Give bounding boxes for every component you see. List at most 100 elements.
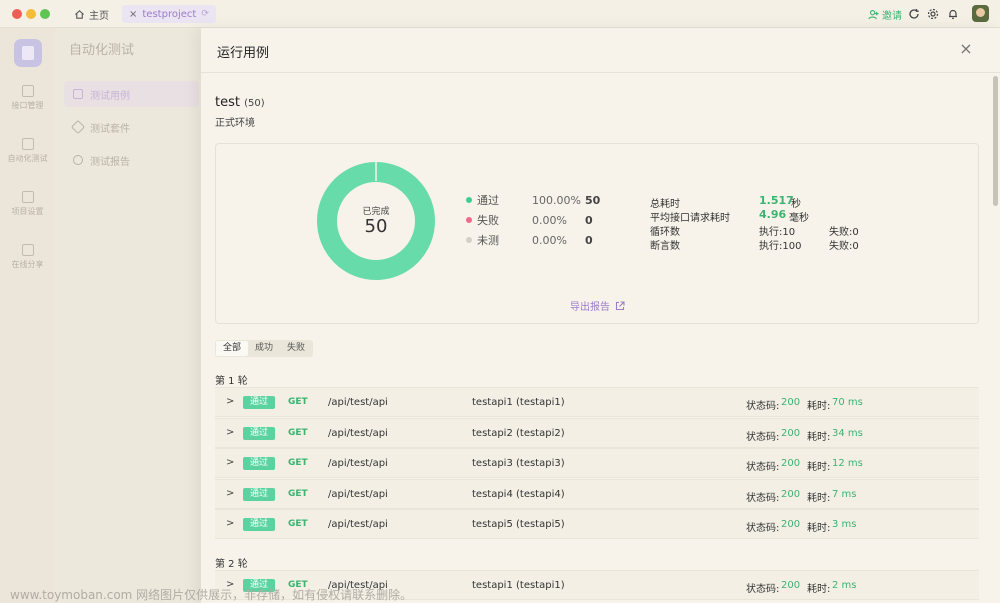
legend-count: 0 <box>585 233 593 247</box>
export-report-link[interactable]: 导出报告 <box>570 298 625 313</box>
gear-icon[interactable] <box>926 7 940 21</box>
loops-exec: 执行:10 <box>759 227 796 238</box>
status-code-label: 状态码: <box>746 401 780 412</box>
http-method: GET <box>288 489 308 499</box>
api-name: testapi4 (testapi4) <box>472 489 565 500</box>
api-path: /api/test/api <box>328 519 388 530</box>
run-case-drawer: 运行用例 × test (50) 正式环境 已完成 50 通过 100.00% … <box>201 28 1000 603</box>
status-code-label: 状态码: <box>746 493 780 504</box>
status-code-label: 状态码: <box>746 523 780 534</box>
sidebar-item-label: 项目设置 <box>11 207 44 216</box>
close-icon[interactable]: × <box>958 41 974 57</box>
sidebar-item-label: 接口管理 <box>11 101 44 110</box>
user-avatar[interactable] <box>972 5 989 22</box>
sync-icon[interactable] <box>907 7 921 21</box>
api-path: /api/test/api <box>328 489 388 500</box>
filter-all[interactable]: 全部 <box>216 341 249 356</box>
status-badge: 通过 <box>243 457 276 470</box>
tab-home-label: 主页 <box>89 10 109 22</box>
total-time-value: 1.517 <box>759 194 794 207</box>
time-label: 耗时: <box>807 432 831 443</box>
tab-project[interactable]: × testproject ⟳ <box>122 5 216 23</box>
settings-icon <box>21 191 34 203</box>
table-row[interactable]: > 通过 GET /api/test/api testapi5 (testapi… <box>215 509 979 539</box>
status-code-label: 状态码: <box>746 462 780 473</box>
time-label: 耗时: <box>807 493 831 504</box>
invite-button[interactable]: 邀请 <box>868 7 902 22</box>
chevron-right-icon[interactable]: > <box>226 396 234 407</box>
refresh-icon: ⟳ <box>201 9 209 19</box>
http-method: GET <box>288 458 308 468</box>
close-tab-icon[interactable]: × <box>129 9 137 20</box>
loops-label: 循环数 <box>650 227 680 238</box>
time-label: 耗时: <box>807 584 831 595</box>
app-logo <box>14 39 42 67</box>
chevron-right-icon[interactable]: > <box>226 427 234 438</box>
assert-fail: 失败:0 <box>829 241 859 252</box>
minimize-window-button[interactable] <box>26 9 36 19</box>
subnav-item-test-suites[interactable]: 测试套件 <box>64 114 199 140</box>
scrollbar[interactable] <box>993 76 998 206</box>
case-name: test (50) <box>215 95 265 110</box>
legend-percent: 100.00% <box>532 193 581 207</box>
case-name-text: test <box>215 95 240 110</box>
time-label: 耗时: <box>807 401 831 412</box>
status-badge: 通过 <box>243 396 276 409</box>
status-code-value: 200 <box>781 489 801 500</box>
sidebar-item-project-settings[interactable]: 项目设置 <box>0 191 55 217</box>
sidebar-item-online-share[interactable]: 在线分享 <box>0 244 55 270</box>
status-badge: 通过 <box>243 427 276 440</box>
title-bar: 主页 × testproject ⟳ 邀请 <box>0 0 1000 28</box>
assert-exec: 执行:100 <box>759 241 802 252</box>
round-title: 第 1 轮 <box>215 376 248 387</box>
filter-failed[interactable]: 失败 <box>280 341 312 356</box>
http-method: GET <box>288 397 308 407</box>
status-code-value: 200 <box>781 397 801 408</box>
external-link-icon <box>615 300 625 310</box>
watermark-text: www.toymoban.com 网络图片仅供展示，非存储，如有侵权请联系删除。 <box>10 588 413 602</box>
automation-icon <box>21 138 34 150</box>
chevron-right-icon[interactable]: > <box>226 488 234 499</box>
close-window-button[interactable] <box>12 9 22 19</box>
sidebar-item-api-management[interactable]: 接口管理 <box>0 85 55 111</box>
pass-dot <box>466 197 472 203</box>
status-code-label: 状态码: <box>746 584 780 595</box>
table-row[interactable]: > 通过 GET /api/test/api testapi2 (testapi… <box>215 418 979 448</box>
table-row[interactable]: > 通过 GET /api/test/api testapi4 (testapi… <box>215 479 979 509</box>
api-path: /api/test/api <box>328 428 388 439</box>
sidebar-item-automation[interactable]: 自动化测试 <box>0 138 55 164</box>
legend-untested: 未测 0.00% 0 <box>466 232 593 248</box>
subnav-item-test-cases[interactable]: 测试用例 <box>64 81 199 107</box>
chevron-right-icon[interactable]: > <box>226 518 234 529</box>
chevron-right-icon[interactable]: > <box>226 457 234 468</box>
filter-success[interactable]: 成功 <box>248 341 280 356</box>
subnav-item-label: 测试报告 <box>90 156 130 168</box>
table-row[interactable]: > 通过 GET /api/test/api testapi1 (testapi… <box>215 387 979 417</box>
tab-home[interactable]: 主页 <box>74 6 109 22</box>
status-badge: 通过 <box>243 488 276 501</box>
environment-label: 正式环境 <box>215 118 255 129</box>
api-path: /api/test/api <box>328 397 388 408</box>
api-name: testapi1 (testapi1) <box>472 580 565 591</box>
maximize-window-button[interactable] <box>40 9 50 19</box>
bell-icon[interactable] <box>946 7 960 21</box>
tab-project-label: testproject <box>142 8 197 20</box>
sidebar-item-label: 在线分享 <box>11 260 44 269</box>
legend-count: 50 <box>585 193 601 207</box>
total-time-unit: 秒 <box>791 199 801 210</box>
api-path: /api/test/api <box>328 458 388 469</box>
legend-percent: 0.00% <box>532 213 567 227</box>
sidebar-item-label: 自动化测试 <box>7 154 48 163</box>
legend-pass: 通过 100.00% 50 <box>466 192 600 208</box>
result-filter: 全部 成功 失败 <box>215 340 314 357</box>
home-icon <box>75 9 84 19</box>
document-icon <box>73 89 83 99</box>
table-row[interactable]: > 通过 GET /api/test/api testapi3 (testapi… <box>215 448 979 478</box>
http-method: GET <box>288 428 308 438</box>
legend-name: 通过 <box>477 194 499 207</box>
drawer-header: 运行用例 × <box>201 28 1000 73</box>
api-name: testapi3 (testapi3) <box>472 458 565 469</box>
legend-name: 未测 <box>477 234 499 247</box>
time-value: 34 ms <box>832 428 863 439</box>
subnav-item-test-reports[interactable]: 测试报告 <box>64 147 199 173</box>
